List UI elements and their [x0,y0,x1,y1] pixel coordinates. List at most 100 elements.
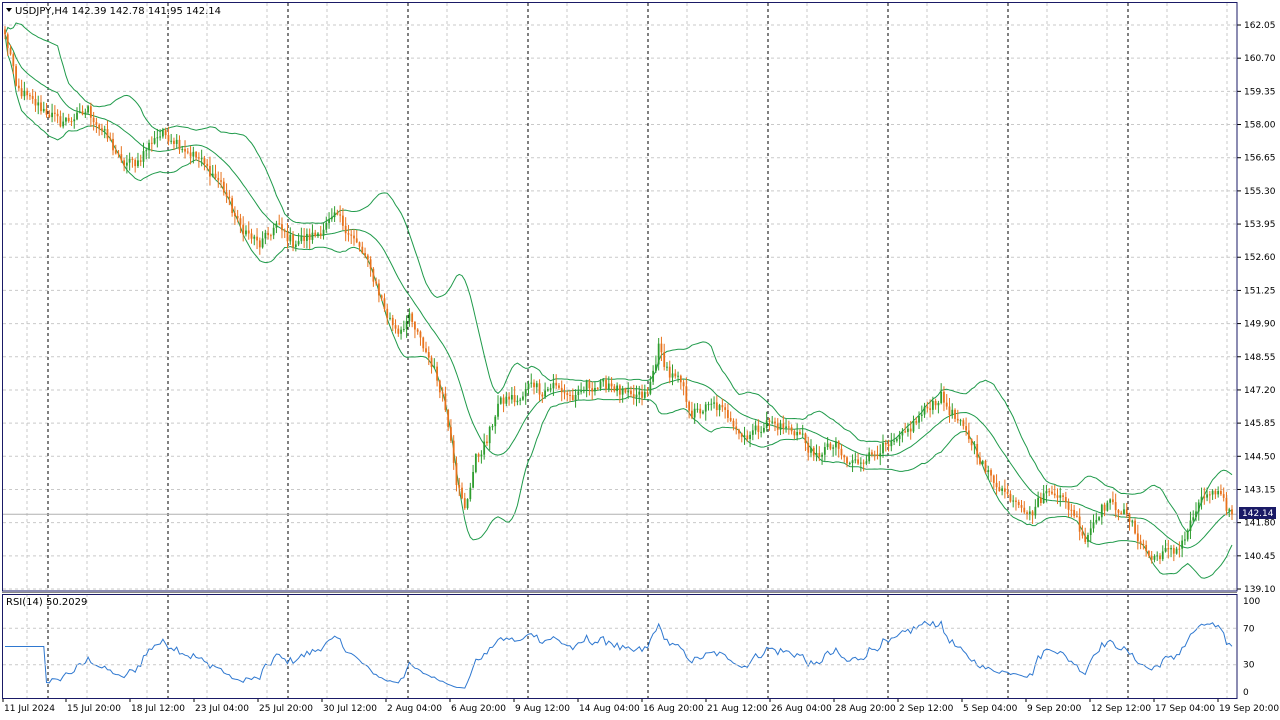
candle-body [522,396,524,400]
candle-body [366,255,369,260]
candle-body [1222,494,1225,498]
candle-body [638,391,641,395]
candle-body [159,136,162,138]
candle-body [682,382,685,387]
candle-body [1181,540,1184,549]
candle-body [267,232,270,236]
candle-body [355,238,358,243]
candle-body [926,406,929,409]
candle-body [461,487,463,499]
chart-window[interactable]: 162.05 160.70 159.35 158.00 156.65 155.30 153.… [0,0,1280,720]
candle-body [380,295,383,299]
symbol-dropdown-icon[interactable] [6,8,12,12]
time-label: 9 Aug 12:00 [515,704,570,714]
candle-body [131,158,134,160]
candle-body [1009,493,1012,502]
time-label: 21 Aug 12:00 [707,704,768,714]
candle-body [336,212,339,215]
bollinger-lower [4,34,1233,579]
candle-body [178,139,181,150]
candle-body [555,382,558,386]
candle-body [901,431,904,436]
candle-body [646,392,649,394]
time-label: 18 Jul 12:00 [131,704,185,714]
candle-body [1184,539,1186,541]
candle-body [1203,496,1206,498]
candle-body [920,414,923,416]
candle-body [948,406,951,416]
candle-body [882,442,884,454]
candle-body [729,417,732,421]
candle-body [416,329,419,332]
price-label: 147.20 [1244,386,1276,396]
candle-body [821,454,823,457]
time-label: 12 Sep 12:00 [1091,704,1151,714]
candle-body [264,232,267,239]
candle-body [438,380,441,393]
candle-body [832,447,835,449]
price-label: 141.80 [1244,519,1276,529]
time-label: 25 Jul 20:00 [259,704,313,714]
candle-body [347,233,350,235]
candle-body [582,389,585,392]
candle-body [699,408,702,414]
candle-body [1175,548,1178,554]
candle-body [962,420,965,427]
candle-body [666,366,668,368]
candle-body [1172,548,1175,554]
candle-body [350,234,353,236]
candle-body [433,366,436,368]
candle-body [535,383,538,388]
candle-body [713,402,715,404]
candle-body [342,215,344,226]
candle-body [1078,516,1081,532]
candle-body [70,121,73,123]
candle-body [945,402,948,407]
candle-body [857,459,859,464]
candle-body [128,158,131,163]
candle-body [1192,517,1195,521]
candle-body [1075,515,1078,517]
candle-body [1114,502,1117,511]
candle-body [256,236,258,241]
candle-body [1217,491,1220,495]
chart-canvas[interactable]: 162.05 160.70 159.35 158.00 156.65 155.30 153.… [0,0,1280,720]
candle-body [289,234,292,242]
rsi-axis-label: 0 [1243,688,1249,698]
candle-body [186,151,189,153]
price-label: 159.35 [1244,87,1276,97]
candle-body [663,352,666,367]
candle-body [571,395,574,400]
main-header: USDJPY,H4 142.39 142.78 141.95 142.14 [15,6,221,17]
candle-body [400,329,402,334]
price-label: 152.60 [1244,253,1276,263]
candle-body [325,222,328,230]
candle-body [835,441,837,448]
price-label: 143.15 [1244,485,1276,495]
candle-body [810,447,812,453]
candle-body [364,253,366,256]
candle-body [150,142,153,144]
candle-body [1048,491,1051,493]
candle-body [707,404,710,406]
candle-body [1067,501,1070,510]
candle-body [749,434,751,440]
candle-body [214,173,217,178]
candle-body [970,439,973,446]
time-axis: 11 Jul 2024 15 Jul 20:00 18 Jul 12:00 23 Ju… [2,698,1279,714]
candle-body [718,405,721,411]
candlestick-series [4,26,1233,565]
candle-body [1189,520,1192,531]
bollinger-middle [4,34,1233,549]
candle-body [1064,496,1067,502]
candle-body [702,411,704,414]
candle-body [474,454,477,472]
candle-body [1006,491,1009,494]
candle-body [328,219,330,223]
candle-body [1123,509,1125,515]
candle-body [472,471,474,488]
candle-body [1051,491,1053,494]
candle-body [973,443,976,446]
candle-body [1003,488,1006,492]
candle-body [1134,520,1136,534]
